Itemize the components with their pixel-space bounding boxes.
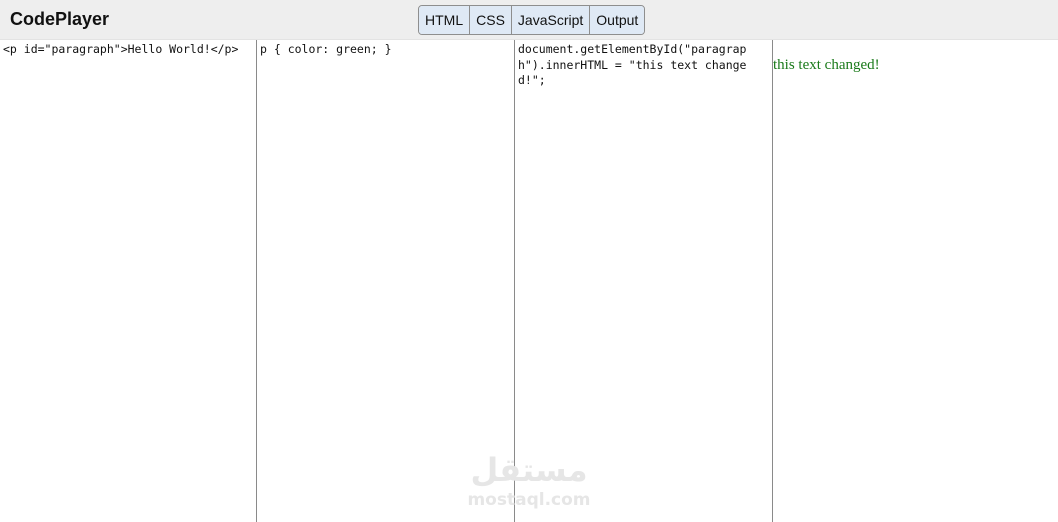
html-editor[interactable]: <p id="paragraph">Hello World!</p>	[0, 40, 257, 522]
app-logo: CodePlayer	[10, 9, 110, 29]
output-panel: this text changed!	[773, 40, 1058, 522]
toggle-html-button[interactable]: HTML	[419, 6, 471, 34]
toggle-css-button[interactable]: CSS	[470, 6, 512, 34]
output-paragraph: this text changed!	[773, 57, 880, 73]
toggle-output-button[interactable]: Output	[590, 6, 645, 34]
panel-toggle-group: HTML CSS JavaScript Output	[418, 5, 646, 35]
javascript-editor[interactable]: document.getElementById("paragraph").inn…	[515, 40, 773, 522]
toggle-javascript-button[interactable]: JavaScript	[511, 6, 591, 34]
css-editor[interactable]: p { color: green; }	[257, 40, 515, 522]
top-bar: CodePlayer HTML CSS JavaScript Output	[0, 0, 1058, 40]
